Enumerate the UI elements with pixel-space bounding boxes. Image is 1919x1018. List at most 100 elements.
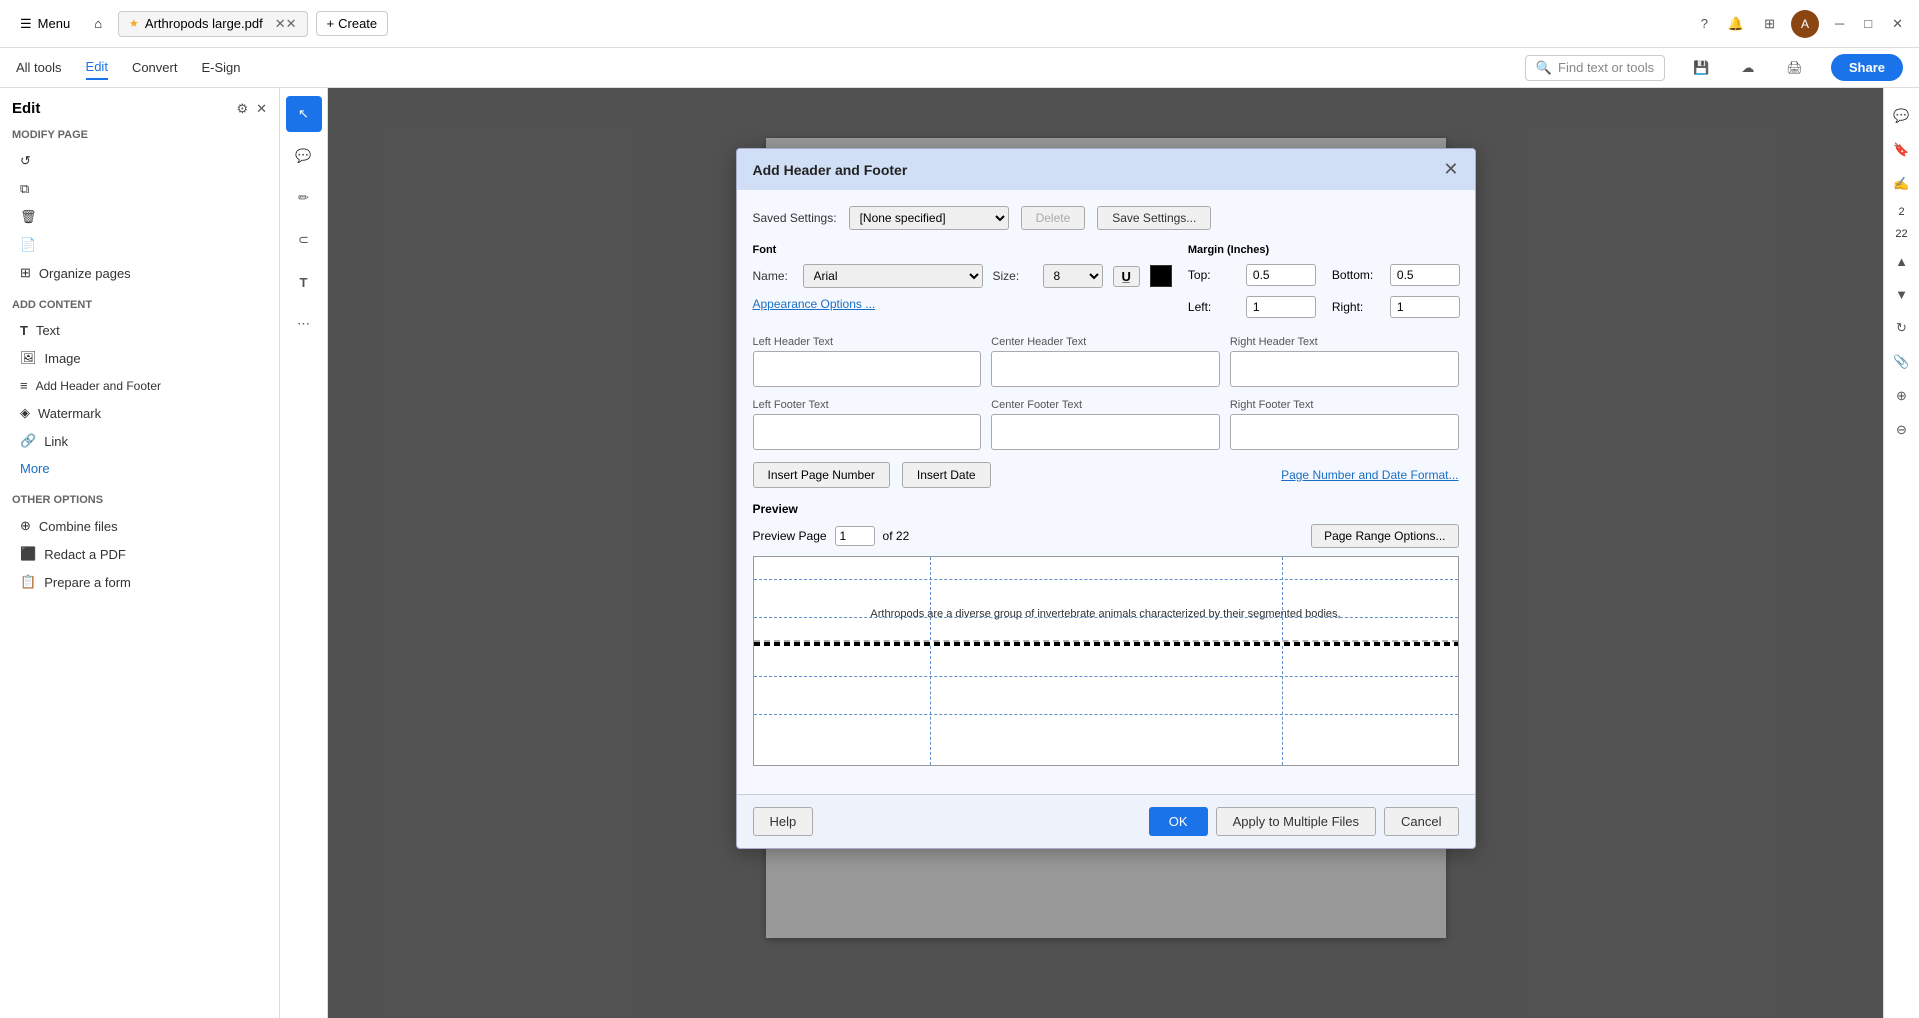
preview-page-text: Arthropods are a diverse group of invert… xyxy=(789,608,1423,620)
modal-close-button[interactable]: ✕ xyxy=(1443,159,1458,180)
page-number-right-2: 22 xyxy=(1895,228,1907,240)
home-button[interactable] xyxy=(86,12,110,35)
sidebar-item-watermark[interactable]: ◈ Watermark xyxy=(12,399,267,427)
grid-icon[interactable]: ⊞ xyxy=(1760,12,1779,36)
minimize-icon[interactable]: ─ xyxy=(1831,12,1848,35)
attachment-icon[interactable]: 📎 xyxy=(1889,350,1913,374)
sidebar-item-link[interactable]: 🔗 Link xyxy=(12,427,267,455)
nav-convert[interactable]: Convert xyxy=(132,56,178,79)
star-icon xyxy=(129,17,139,30)
center-footer-field: Center Footer Text xyxy=(991,399,1220,450)
apply-multiple-button[interactable]: Apply to Multiple Files xyxy=(1216,807,1376,836)
preview-bottom-area xyxy=(754,646,1458,766)
settings-icon[interactable]: ⚙ xyxy=(236,101,248,117)
sidebar-item-combine[interactable]: ⊕ Combine files xyxy=(12,512,267,540)
color-picker[interactable] xyxy=(1150,265,1172,287)
font-size-select[interactable]: 8 xyxy=(1043,264,1103,288)
sidebar-item-image[interactable]: 🖼 Image xyxy=(12,344,267,372)
text-tool-btn[interactable]: T xyxy=(286,264,322,300)
center-footer-input[interactable] xyxy=(991,414,1220,450)
sidebar-item-text[interactable]: T Text xyxy=(12,317,267,344)
cancel-button[interactable]: Cancel xyxy=(1384,807,1458,836)
right-sign-icon[interactable]: ✍ xyxy=(1889,172,1913,196)
center-header-input[interactable] xyxy=(991,351,1220,387)
lasso-btn[interactable]: ⊂ xyxy=(286,222,322,258)
preview-canvas: Arthropods are a diverse group of invert… xyxy=(753,556,1459,766)
sidebar-close-icon[interactable]: ✕ xyxy=(256,101,267,117)
sidebar-item-delete[interactable]: 🗑 xyxy=(12,203,267,231)
save-icon[interactable]: 💾 xyxy=(1689,56,1713,80)
sidebar-item-page[interactable]: 📄 xyxy=(12,231,267,259)
preview-title: Preview xyxy=(753,502,1459,516)
preview-top-area: Arthropods are a diverse group of invert… xyxy=(754,557,1458,642)
left-footer-input[interactable] xyxy=(753,414,982,450)
insert-page-number-button[interactable]: Insert Page Number xyxy=(753,462,890,488)
zoom-out-icon[interactable]: ⊖ xyxy=(1892,418,1911,442)
margin-bottom-input[interactable] xyxy=(1390,264,1460,286)
user-avatar[interactable]: A xyxy=(1791,10,1819,38)
comment-icon: 💬 xyxy=(295,148,311,164)
sidebar-item-organize[interactable]: ⊞ Organize pages xyxy=(12,259,267,287)
scroll-up-icon[interactable]: ▲ xyxy=(1891,250,1912,273)
search-placeholder: Find text or tools xyxy=(1558,60,1654,75)
margin-right-input[interactable] xyxy=(1390,296,1460,318)
organize-pages-label: Organize pages xyxy=(39,266,131,281)
modal-footer: Help OK Apply to Multiple Files Cancel xyxy=(737,794,1475,848)
insert-date-button[interactable]: Insert Date xyxy=(902,462,991,488)
appearance-options-link[interactable]: Appearance Options ... xyxy=(753,297,876,311)
margin-top-input[interactable] xyxy=(1246,264,1316,286)
sidebar-item-redact[interactable]: ⬛ Redact a PDF xyxy=(12,540,267,568)
saved-settings-select[interactable]: [None specified] xyxy=(849,206,1009,230)
pencil-btn[interactable]: ✏ xyxy=(286,180,322,216)
text-tool-icon: T xyxy=(300,275,308,290)
file-tab[interactable]: Arthropods large.pdf ✕ xyxy=(118,11,307,37)
right-comments-icon[interactable]: 💬 xyxy=(1889,104,1913,128)
right-header-input[interactable] xyxy=(1230,351,1459,387)
search-bar[interactable]: 🔍 Find text or tools xyxy=(1525,55,1665,81)
more-tools-btn[interactable]: ⋯ xyxy=(286,306,322,342)
sidebar-item-copy[interactable]: ⧉ xyxy=(12,175,267,203)
select-tool-btn[interactable]: ↖ xyxy=(286,96,322,132)
footer-left-buttons: Help xyxy=(753,807,814,836)
help-button[interactable]: Help xyxy=(753,807,814,836)
bold-button[interactable]: U̲ xyxy=(1113,266,1140,287)
font-name-select[interactable]: Arial xyxy=(803,264,983,288)
sidebar-item-undo[interactable]: ↺ xyxy=(12,147,267,175)
scroll-down-icon[interactable]: ▼ xyxy=(1891,283,1912,306)
share-button[interactable]: Share xyxy=(1831,54,1903,81)
create-button[interactable]: + Create xyxy=(316,11,389,36)
more-button[interactable]: More xyxy=(12,455,267,482)
sidebar-item-header-footer[interactable]: ≡ Add Header and Footer xyxy=(12,372,267,399)
margin-left-input[interactable] xyxy=(1246,296,1316,318)
help-icon[interactable]: ? xyxy=(1697,12,1712,35)
header-fields-grid: Left Header Text Center Header Text Righ… xyxy=(753,336,1459,387)
page-range-options-button[interactable]: Page Range Options... xyxy=(1311,524,1458,548)
menu-button[interactable]: Menu xyxy=(12,12,78,36)
cloud-icon[interactable]: ☁ xyxy=(1737,56,1758,80)
tab-close-icon[interactable]: ✕ xyxy=(275,16,297,32)
nav-edit[interactable]: Edit xyxy=(86,55,108,80)
maximize-icon[interactable]: □ xyxy=(1860,12,1876,35)
print-icon[interactable]: 🖨 xyxy=(1782,56,1807,80)
appearance-link-row: Appearance Options ... xyxy=(753,296,1172,311)
right-bookmark-icon[interactable]: 🔖 xyxy=(1889,138,1913,162)
save-settings-button[interactable]: Save Settings... xyxy=(1097,206,1211,230)
preview-page-input[interactable] xyxy=(835,526,875,546)
comment-btn[interactable]: 💬 xyxy=(286,138,322,174)
window-close-icon[interactable]: ✕ xyxy=(1888,12,1907,36)
delete-button[interactable]: Delete xyxy=(1021,206,1086,230)
sidebar-item-form[interactable]: 📋 Prepare a form xyxy=(12,568,267,596)
nav-all-tools[interactable]: All tools xyxy=(16,56,62,79)
left-header-input[interactable] xyxy=(753,351,982,387)
right-footer-input[interactable] xyxy=(1230,414,1459,450)
nav-esign[interactable]: E-Sign xyxy=(201,56,240,79)
bell-icon[interactable]: 🔔 xyxy=(1724,12,1748,36)
font-section: Font Name: Arial Size: 8 U̲ xyxy=(753,244,1172,324)
font-name-label: Name: xyxy=(753,269,793,283)
refresh-icon[interactable]: ↻ xyxy=(1892,316,1911,340)
search-icon: 🔍 xyxy=(1536,60,1552,76)
page-format-link[interactable]: Page Number and Date Format... xyxy=(1281,468,1458,482)
left-header-label: Left Header Text xyxy=(753,336,982,348)
ok-button[interactable]: OK xyxy=(1149,807,1208,836)
zoom-in-icon[interactable]: ⊕ xyxy=(1892,384,1911,408)
